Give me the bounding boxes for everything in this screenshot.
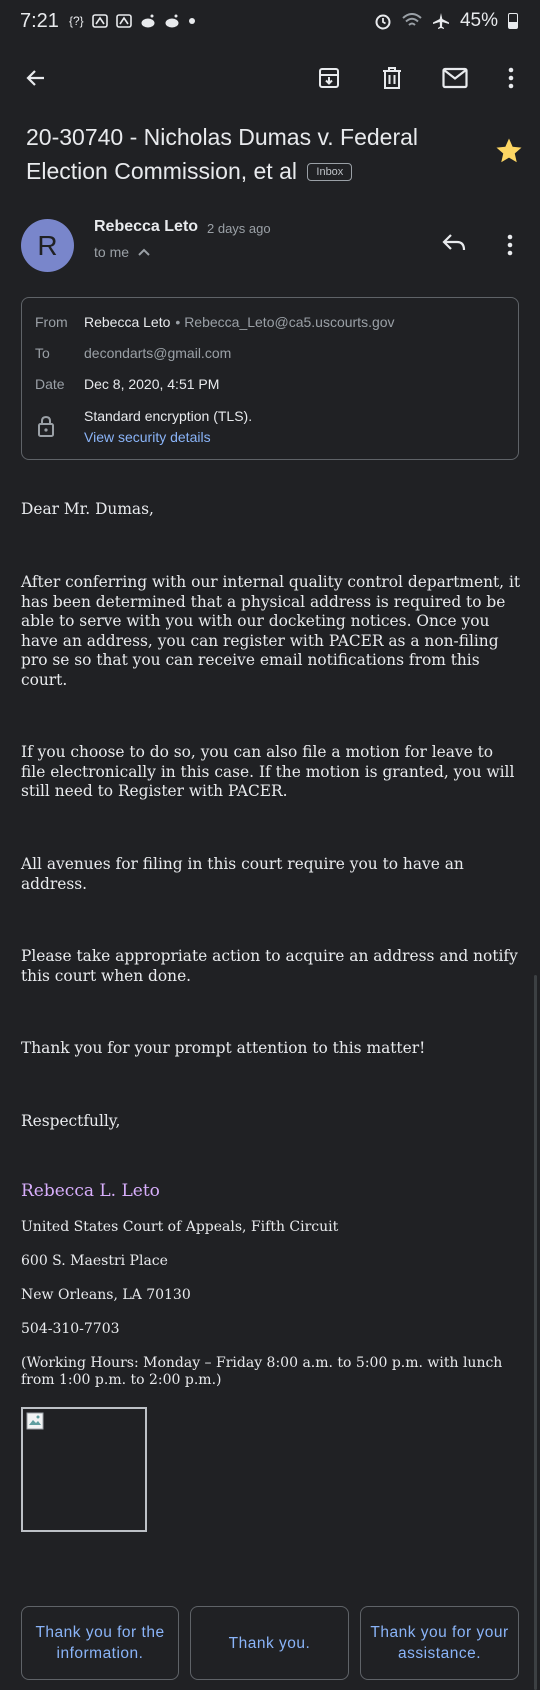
view-security-details-link[interactable]: View security details <box>84 429 211 445</box>
from-email: • Rebecca_Leto@ca5.uscourts.gov <box>175 314 395 330</box>
smart-reply-chip[interactable]: Thank you for your assistance. <box>360 1606 519 1680</box>
alarm-icon <box>375 14 391 30</box>
smart-reply-chip[interactable]: Thank you. <box>190 1606 349 1680</box>
date-row: Date Dec 8, 2020, 4:51 PM <box>35 376 219 392</box>
subject-text: 20-30740 - Nicholas Dumas v. Federal Ele… <box>26 124 419 184</box>
to-row: To decondarts@gmail.com <box>35 345 231 361</box>
signature-hours: (Working Hours: Monday – Friday 8:00 a.m… <box>21 1355 503 1388</box>
wifi-icon <box>402 13 422 26</box>
status-notification-icons: {?} <box>69 13 196 29</box>
sender-avatar[interactable]: R <box>21 219 74 272</box>
from-label: From <box>35 314 68 330</box>
status-time: 7:21 <box>20 9 59 32</box>
body-paragraph: All avenues for filing in this court req… <box>21 855 464 893</box>
battery-icon <box>508 13 518 29</box>
to-me-label: to me <box>94 244 130 260</box>
signature-city: New Orleans, LA 70130 <box>21 1287 191 1303</box>
delete-button[interactable] <box>376 62 408 94</box>
email-subject: 20-30740 - Nicholas Dumas v. Federal Ele… <box>26 120 476 188</box>
inbox-label-chip[interactable]: Inbox <box>307 163 353 181</box>
star-button[interactable] <box>494 136 524 166</box>
sent-time: 2 days ago <box>207 221 271 236</box>
reply-button[interactable] <box>440 229 472 261</box>
reddit-icon <box>141 14 155 28</box>
broken-image-placeholder <box>21 1407 147 1532</box>
message-more-button[interactable] <box>496 229 524 261</box>
notification-app-icon <box>91 14 108 28</box>
battery-percent: 45% <box>459 10 498 31</box>
to-label: To <box>35 345 50 361</box>
airplane-icon <box>432 13 449 29</box>
more-vert-icon <box>508 67 514 89</box>
signature-street: 600 S. Maestri Place <box>21 1253 168 1269</box>
mark-unread-button[interactable] <box>439 62 471 94</box>
body-paragraph: If you choose to do so, you can also fil… <box>21 743 515 800</box>
email-toolbar <box>0 52 540 102</box>
back-arrow-icon <box>26 70 44 86</box>
reply-icon <box>442 234 466 251</box>
question-icon: {?} <box>68 14 84 28</box>
back-button[interactable] <box>20 62 52 94</box>
more-vert-icon <box>507 234 513 256</box>
lock-icon <box>38 415 54 437</box>
message-details-panel: From Rebecca Leto • Rebecca_Leto@ca5.usc… <box>21 297 519 460</box>
body-paragraph: After conferring with our internal quali… <box>21 573 521 689</box>
status-right: 45% <box>374 0 518 42</box>
signature-org: United States Court of Appeals, Fifth Ci… <box>21 1219 339 1235</box>
sender-name: Rebecca Leto <box>94 218 199 235</box>
closing: Respectfully, <box>21 1112 121 1130</box>
body-paragraph: Please take appropriate action to acquir… <box>21 947 518 985</box>
broken-image-icon <box>26 1412 44 1430</box>
star-icon <box>496 138 522 163</box>
scrollbar[interactable] <box>534 975 537 1690</box>
signature-name: Rebecca L. Leto <box>21 1181 160 1201</box>
more-options-button[interactable] <box>495 62 527 94</box>
reddit-icon <box>165 14 179 28</box>
signature-phone[interactable]: 504-310-7703 <box>21 1321 521 1338</box>
encryption-text: Standard encryption (TLS). <box>84 408 253 424</box>
mark-unread-icon <box>442 67 468 89</box>
recipient-toggle[interactable]: to me <box>94 244 151 260</box>
notification-app-icon <box>115 14 132 28</box>
dot-icon <box>188 18 195 24</box>
chevron-up-icon <box>138 248 150 256</box>
archive-button[interactable] <box>313 62 345 94</box>
body-paragraph: Thank you for your prompt attention to t… <box>21 1039 426 1057</box>
archive-icon <box>319 68 339 88</box>
greeting: Dear Mr. Dumas, <box>21 500 154 518</box>
date-value: Dec 8, 2020, 4:51 PM <box>84 376 220 392</box>
delete-icon <box>383 67 401 89</box>
to-value: decondarts@gmail.com <box>84 345 232 361</box>
from-name: Rebecca Leto <box>84 314 171 330</box>
status-bar: 7:21 {?} 45% <box>0 0 540 42</box>
from-row: From Rebecca Leto • Rebecca_Leto@ca5.usc… <box>35 314 395 330</box>
date-label: Date <box>35 376 65 392</box>
smart-reply-chip[interactable]: Thank you for the information. <box>21 1606 179 1680</box>
